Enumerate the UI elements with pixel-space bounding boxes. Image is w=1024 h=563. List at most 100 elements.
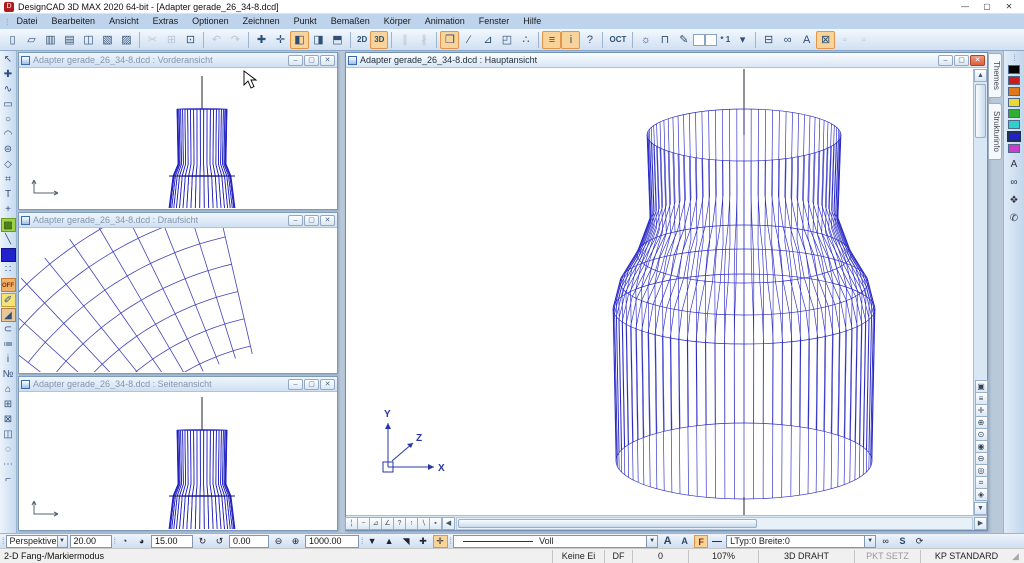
- glasses-icon[interactable]: ∞: [778, 31, 797, 49]
- section-icon[interactable]: ❒: [440, 31, 459, 49]
- paint-icon[interactable]: ❖: [1007, 194, 1021, 207]
- move-tool[interactable]: ✚: [1, 68, 16, 82]
- color-swatch-6[interactable]: [1008, 120, 1020, 129]
- color-swatch-4[interactable]: [1008, 98, 1020, 107]
- menu-animation[interactable]: Animation: [418, 14, 472, 29]
- main-view-canvas[interactable]: YXZ: [346, 69, 973, 515]
- view-glasses-icon[interactable]: ∞: [1007, 176, 1021, 189]
- vertical-scrollbar-thumb[interactable]: [975, 84, 986, 138]
- minimize-button[interactable]: ‒: [938, 55, 953, 66]
- window-seitenansicht[interactable]: Adapter gerade_26_34-8.dcd : Seitenansic…: [18, 376, 338, 531]
- color-swatch-1[interactable]: [1008, 65, 1020, 74]
- corner-view-icon[interactable]: ◥: [399, 535, 414, 548]
- print-icon[interactable]: ▤: [60, 31, 79, 49]
- menu-koerper[interactable]: Körper: [377, 14, 418, 29]
- view-mode-select[interactable]: Perspektive ▼: [6, 535, 68, 548]
- grid-x-tool[interactable]: ⊠: [1, 413, 16, 427]
- menu-ansicht[interactable]: Ansicht: [102, 14, 146, 29]
- handset-icon[interactable]: ✆: [1007, 212, 1021, 225]
- redo-icon[interactable]: ↷: [226, 31, 245, 49]
- restore-button[interactable]: ▢: [954, 55, 969, 66]
- layer-dropdown-arrow[interactable]: ▾: [733, 31, 752, 49]
- tab-themes[interactable]: Themes: [989, 53, 1002, 98]
- number-tool[interactable]: №: [1, 368, 16, 382]
- shaded-view-icon[interactable]: ◧: [290, 31, 309, 49]
- grid-plus-tool[interactable]: ⊞: [1, 398, 16, 412]
- menu-optionen[interactable]: Optionen: [185, 14, 236, 29]
- vorderansicht-titlebar[interactable]: Adapter gerade_26_34-8.dcd : Vorderansic…: [19, 53, 337, 68]
- id-tool[interactable]: i: [1, 353, 16, 367]
- menu-bemassen[interactable]: Bemaßen: [324, 14, 377, 29]
- brush-tool[interactable]: ✐: [1, 293, 16, 307]
- open-file-icon[interactable]: ▱: [22, 31, 41, 49]
- chevron-down-icon[interactable]: ▼: [646, 536, 657, 547]
- chevron-down-icon[interactable]: ▼: [57, 536, 67, 547]
- tilt-down-icon[interactable]: ↺: [212, 535, 227, 548]
- view-angle-input[interactable]: [70, 535, 112, 548]
- menu-punkt[interactable]: Punkt: [287, 14, 324, 29]
- color-swatch-2[interactable]: [1008, 76, 1020, 85]
- arrow-down-icon[interactable]: ▼: [365, 535, 380, 548]
- roll-angle-input[interactable]: [229, 535, 269, 548]
- scroll-up-icon[interactable]: ▲: [974, 69, 987, 82]
- swatch-2-icon[interactable]: [705, 34, 717, 46]
- center-icon[interactable]: ✚: [416, 535, 431, 548]
- new-file-icon[interactable]: ▯: [3, 31, 22, 49]
- plane-lock-icon[interactable]: ∦: [414, 31, 433, 49]
- close-icon[interactable]: ✕: [320, 55, 335, 66]
- text-style-icon[interactable]: A: [797, 31, 816, 49]
- ghost-1-icon[interactable]: ▫: [835, 31, 854, 49]
- restore-button[interactable]: ▢: [304, 215, 319, 226]
- copy-icon[interactable]: ⊞: [162, 31, 181, 49]
- origin-icon[interactable]: ✛: [433, 535, 448, 548]
- line-style-select[interactable]: Voll ▼: [453, 535, 658, 548]
- swatch-1-icon[interactable]: [693, 34, 705, 46]
- list-tool[interactable]: ≔: [1, 338, 16, 352]
- corner-trim-icon[interactable]: ⊿: [478, 31, 497, 49]
- status-kp-standard[interactable]: KP STANDARD: [920, 550, 1012, 563]
- refresh-icon[interactable]: ⟳: [912, 535, 927, 548]
- ellipse-tool[interactable]: ⊜: [1, 143, 16, 157]
- unlock-icon[interactable]: ⊓: [655, 31, 674, 49]
- zoom-plus-icon[interactable]: ⊕: [288, 535, 303, 548]
- scroll-right-icon[interactable]: ▶: [974, 517, 987, 530]
- front-view-canvas[interactable]: [19, 68, 337, 208]
- layer-value[interactable]: * 1: [717, 31, 733, 49]
- horizontal-scrollbar-thumb[interactable]: [458, 519, 757, 528]
- close-icon[interactable]: ✕: [970, 55, 985, 66]
- minimize-button[interactable]: ‒: [288, 379, 303, 390]
- nav-btn-8[interactable]: ▪: [429, 517, 442, 530]
- window-hauptansicht[interactable]: Adapter gerade_26_34-8.dcd : Hauptansich…: [345, 52, 988, 531]
- arc-tool[interactable]: ◠: [1, 128, 16, 142]
- hauptansicht-viewport[interactable]: YXZ: [346, 69, 973, 515]
- tilt-angle-input[interactable]: [151, 535, 193, 548]
- restore-button[interactable]: ▢: [304, 379, 319, 390]
- slope-icon[interactable]: ∕: [459, 31, 478, 49]
- circle-tool[interactable]: ○: [1, 113, 16, 127]
- fill-tool[interactable]: ◢: [1, 308, 16, 322]
- draufsicht-titlebar[interactable]: Adapter gerade_26_34-8.dcd : Draufsicht …: [19, 213, 337, 228]
- tile-windows-icon[interactable]: ◰: [497, 31, 516, 49]
- select-tool[interactable]: ↖: [1, 53, 16, 67]
- menu-fenster[interactable]: Fenster: [472, 14, 517, 29]
- window-tool[interactable]: ◫: [1, 428, 16, 442]
- more-tool[interactable]: ⋯: [1, 458, 16, 472]
- ortho-lock-icon[interactable]: ∥: [395, 31, 414, 49]
- hatch-tool[interactable]: ▩: [1, 218, 16, 232]
- info-icon[interactable]: i: [561, 31, 580, 49]
- spline-tool[interactable]: ∿: [1, 83, 16, 97]
- move-icon[interactable]: ✚: [252, 31, 271, 49]
- undo-icon[interactable]: ↶: [207, 31, 226, 49]
- zoom-fit-icon[interactable]: ◈: [975, 488, 988, 501]
- plot-icon[interactable]: ▨: [117, 31, 136, 49]
- linetype-select[interactable]: LTyp:0 Breite:0 ▼: [726, 535, 876, 548]
- material-icon[interactable]: ⊟: [759, 31, 778, 49]
- menu-datei[interactable]: Datei: [10, 14, 45, 29]
- color-swatch-tool[interactable]: [1, 248, 16, 262]
- seitenansicht-viewport[interactable]: [19, 392, 337, 529]
- window-draufsicht[interactable]: Adapter gerade_26_34-8.dcd : Draufsicht …: [18, 212, 338, 374]
- arrow-up-icon[interactable]: ▲: [382, 535, 397, 548]
- line-tool[interactable]: ╲: [1, 233, 16, 247]
- print-preview-icon[interactable]: ◫: [79, 31, 98, 49]
- corner-tool[interactable]: ⌐: [1, 473, 16, 487]
